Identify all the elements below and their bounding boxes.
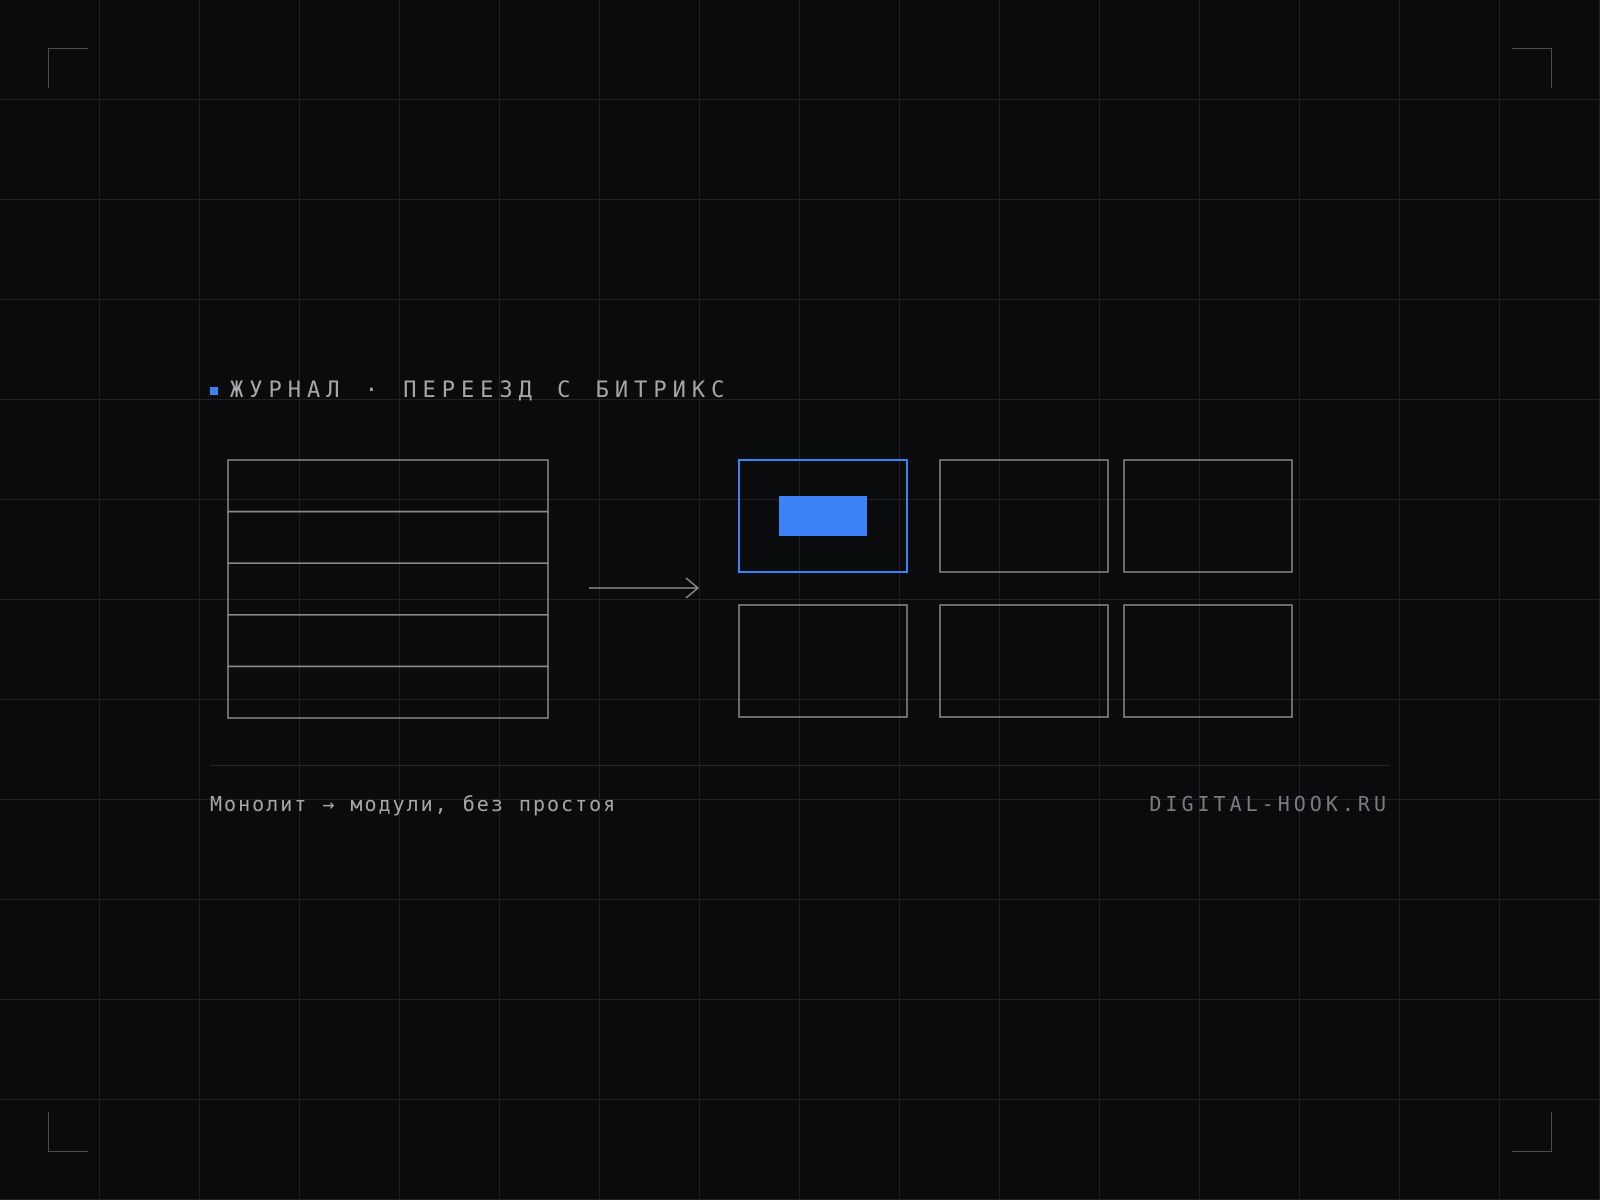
monolith-row	[227, 665, 549, 719]
monolith-row	[227, 614, 549, 668]
module-box	[738, 604, 908, 718]
module-box	[1123, 459, 1293, 573]
arrow-right-icon	[589, 577, 700, 599]
divider	[210, 765, 1390, 766]
monolith-row	[227, 510, 549, 564]
monolith-block	[227, 459, 549, 719]
module-box	[1123, 604, 1293, 718]
migration-diagram	[227, 459, 1293, 719]
module-grid	[738, 459, 1293, 718]
monolith-row	[227, 459, 549, 513]
caption: Монолит → модули, без простоя	[210, 792, 618, 816]
module-box	[939, 459, 1109, 573]
monolith-row	[227, 562, 549, 616]
module-box	[939, 604, 1109, 718]
module-active-fill	[779, 496, 867, 536]
site-domain: DIGITAL-HOOK.RU	[1149, 792, 1390, 816]
